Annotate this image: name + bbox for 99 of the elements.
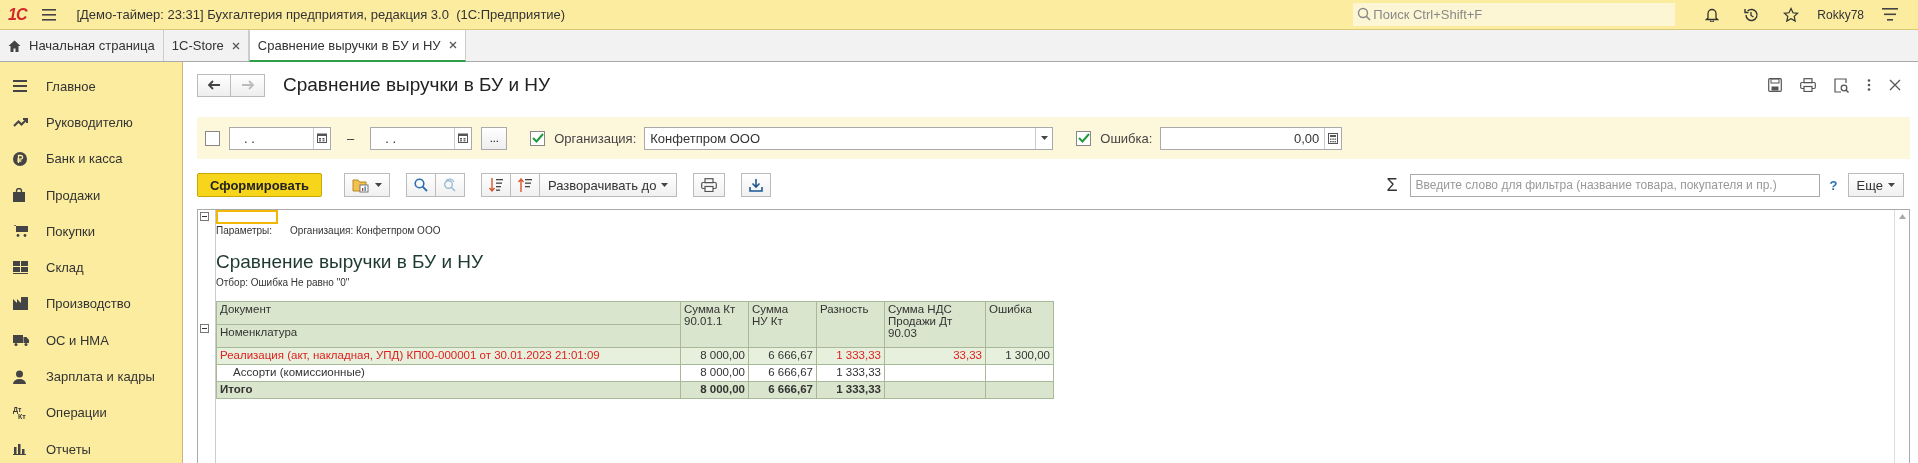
table-header-cell: Сумма Кт 90.01.1 (680, 301, 749, 348)
search-icon (1357, 7, 1372, 21)
checkbox[interactable] (205, 130, 220, 146)
generate-button[interactable]: Сформировать (197, 173, 323, 197)
more-button[interactable]: Еще (1847, 173, 1904, 197)
caret-icon (1888, 183, 1895, 187)
preview-icon[interactable] (1834, 77, 1849, 93)
checkmark-icon (1078, 132, 1091, 143)
back-button[interactable] (197, 73, 231, 97)
sidebar-item[interactable]: Склад (0, 249, 182, 286)
checkbox[interactable] (1076, 130, 1092, 146)
warehouse-boxes-icon (13, 261, 28, 275)
calendar-icon[interactable] (317, 133, 327, 143)
checkmark-icon (532, 132, 545, 143)
amount-field[interactable]: 0,00 (1160, 126, 1343, 150)
table-header-cell: Документ (216, 301, 681, 325)
caret-icon (661, 183, 669, 187)
sidebar-item[interactable]: Продажи (0, 176, 182, 214)
tab[interactable]: Сравнение выручки в БУ и НУ (248, 30, 466, 62)
field-label: Организация: (554, 130, 637, 146)
expand-dropdown[interactable]: Разворачивать до (540, 173, 678, 197)
report-variants-icon (352, 177, 371, 193)
collapse-icon[interactable] (200, 324, 209, 333)
menu-icon[interactable] (1882, 8, 1898, 21)
close-icon[interactable] (448, 41, 457, 49)
house-icon (8, 39, 21, 52)
sidebar-item[interactable]: Руководителю (0, 104, 182, 141)
field-label: Ошибка: (1100, 130, 1153, 146)
sidebar-item[interactable]: Отчеты (0, 430, 182, 463)
more-icon[interactable] (1867, 79, 1871, 91)
caret-icon (375, 183, 383, 187)
download-button[interactable] (741, 173, 772, 197)
factory-icon (13, 297, 28, 311)
menu-icon (13, 80, 27, 93)
date-field[interactable]: . . (370, 126, 473, 150)
truck-icon (13, 334, 29, 346)
user-name[interactable]: Rokky78 (1817, 7, 1864, 22)
forward-arrow-icon (240, 80, 255, 90)
organization-field[interactable]: Конфетпром ООО (644, 126, 1054, 150)
window-title: [Демо-таймер: 23:31] Бухгалтерия предприятия, редакция 3.0 (1С:Предприятие) (76, 7, 566, 22)
parameters-value: Организация: Конфетпром ООО (290, 225, 441, 236)
close-icon[interactable] (231, 41, 240, 50)
scroll-up-icon (1898, 214, 1906, 219)
table-header-cell: Сумма НУ Кт (748, 301, 817, 348)
sidebar-item[interactable]: Покупки (0, 213, 182, 250)
sort-descending-button[interactable] (481, 173, 512, 197)
table-header-cell: Номенклатура (216, 324, 681, 348)
table-header-cell: Разность (816, 301, 885, 348)
ruble-coin-icon (13, 151, 27, 166)
sidebar-item[interactable]: Зарплата и кадры (0, 358, 182, 395)
sort-descending-icon (489, 177, 504, 193)
app-logo: 1С (8, 5, 27, 24)
sidebar-item[interactable]: Главное (0, 68, 182, 105)
filter-field[interactable]: Введите слово для фильтра (название товара, покупателя и пр.) (1409, 173, 1820, 197)
star-icon[interactable] (1783, 6, 1800, 23)
collapse-icon[interactable] (200, 212, 209, 221)
checkbox[interactable] (530, 130, 546, 146)
trend-chart-icon (13, 117, 29, 128)
caret-icon[interactable] (1040, 136, 1048, 140)
print-button[interactable] (693, 173, 726, 197)
report-filter: Отбор: Ошибка Не равно "0" (216, 277, 351, 288)
sidebar-item[interactable]: Банк и касса (0, 140, 182, 177)
help-link[interactable]: ? (1829, 177, 1838, 193)
close-icon[interactable] (1889, 79, 1901, 91)
menu-icon[interactable] (42, 8, 57, 21)
tab[interactable]: 1C-Store (163, 30, 249, 61)
date-field[interactable]: . . (229, 126, 331, 150)
sum-toggle[interactable]: Σ (1386, 174, 1398, 196)
download-icon (749, 178, 764, 192)
calculator-icon[interactable] (1328, 132, 1339, 144)
person-icon (13, 369, 26, 384)
parameters-label: Параметры: (216, 225, 273, 236)
sidebar-item[interactable]: Производство (0, 285, 182, 323)
shopping-bag-icon (13, 188, 25, 203)
selected-cell[interactable] (216, 210, 278, 224)
bell-icon[interactable] (1705, 7, 1720, 22)
search-next-icon (443, 178, 458, 192)
sort-ascending-icon (518, 177, 533, 193)
scrollbar[interactable] (1894, 210, 1909, 463)
sort-ascending-button[interactable] (511, 173, 541, 197)
history-icon[interactable] (1743, 6, 1760, 23)
back-arrow-icon (207, 80, 221, 90)
shopping-cart-icon (13, 225, 28, 238)
printer-icon (701, 178, 718, 192)
dash-separator: – (347, 130, 355, 146)
printer-icon[interactable] (1800, 78, 1816, 92)
search-icon (414, 178, 429, 192)
bar-chart-icon (13, 443, 26, 456)
form-title: Сравнение выручки в БУ и НУ (283, 74, 551, 96)
report-title: Сравнение выручки в БУ и НУ (216, 251, 485, 273)
table-header-cell: Ошибка (985, 301, 1054, 348)
calendar-icon[interactable] (458, 133, 469, 143)
search-field[interactable]: Поиск Ctrl+Shift+F (1353, 3, 1676, 26)
tab[interactable]: Начальная страница (0, 30, 164, 61)
report-variants-button[interactable] (344, 173, 391, 197)
table-header-cell: Сумма НДС Продажи Дт 90.03 (884, 301, 986, 348)
period-button[interactable]: ... (481, 126, 508, 150)
sidebar-item[interactable]: ОС и НМА (0, 322, 182, 359)
search-button[interactable] (406, 173, 437, 197)
